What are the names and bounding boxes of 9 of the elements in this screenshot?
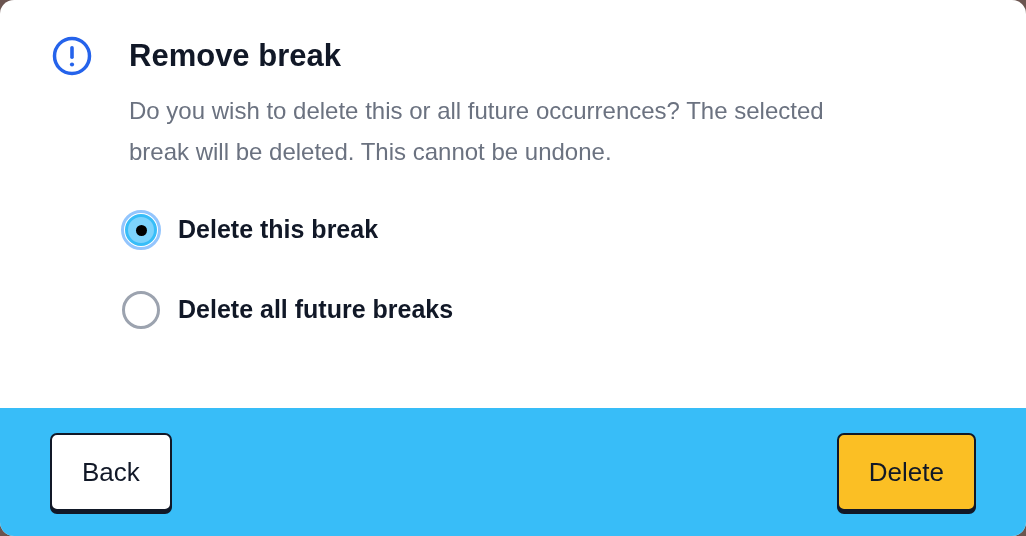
delete-button[interactable]: Delete [836,433,976,511]
exclamation-icon [52,36,92,76]
radio-label[interactable]: Delete all future breaks [178,291,454,329]
dialog-title: Remove break [129,37,342,75]
dialog-message: Do you wish to delete this or all future occurrences? The selected break will be deleted. This cannot be undone. [129,96,825,167]
radio-button[interactable] [121,290,161,330]
radio-label[interactable]: Delete this break [178,211,379,249]
radio-button[interactable] [121,210,161,250]
back-button[interactable]: Back [50,433,172,511]
